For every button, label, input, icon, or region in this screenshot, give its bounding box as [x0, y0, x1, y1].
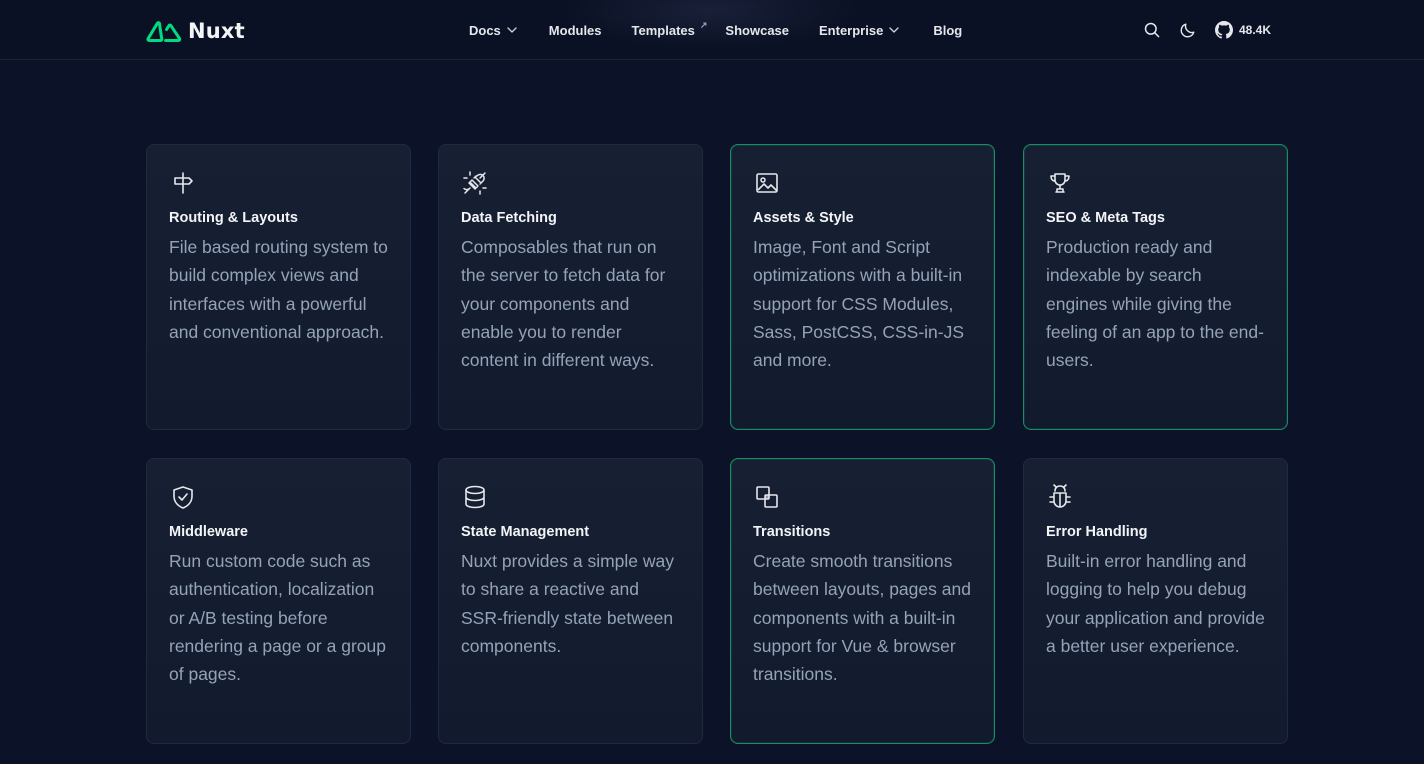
feature-title: State Management	[461, 524, 590, 540]
feature-card-seo[interactable]: SEO & Meta Tags Production ready and ind…	[1023, 144, 1288, 430]
nav-templates-label: Templates	[631, 22, 695, 38]
feature-description: Image, Font and Script optimizations wit…	[753, 237, 965, 371]
feature-card-assets[interactable]: Assets & Style Image, Font and Script op…	[730, 144, 995, 430]
github-link[interactable]: 48.4K	[1215, 21, 1271, 39]
feature-description: Built-in error handling and logging to h…	[1046, 551, 1265, 656]
nuxt-logo-icon	[146, 21, 182, 42]
feature-description: File based routing system to build compl…	[169, 237, 388, 342]
feature-card-transitions[interactable]: Transitions Create smooth transitions be…	[730, 458, 995, 744]
nav-enterprise[interactable]: Enterprise	[819, 23, 901, 38]
chevron-down-icon	[889, 27, 899, 33]
feature-card-state[interactable]: State Management Nuxt provides a simple …	[438, 458, 703, 744]
nuxt-logo[interactable]: Nuxt	[146, 18, 245, 44]
feature-description: Create smooth transitions between layout…	[753, 551, 971, 685]
feature-title: Assets & Style	[753, 210, 854, 226]
search-icon	[1144, 22, 1160, 38]
feature-title: Transitions	[753, 524, 831, 540]
github-stars-count: 48.4K	[1239, 23, 1272, 37]
external-link-icon: ↗	[699, 19, 708, 30]
feature-description: Nuxt provides a simple way to share a re…	[461, 551, 674, 656]
chevron-down-icon	[507, 27, 517, 33]
site-header: Nuxt Docs Modules Templates ↗ Showcase E…	[0, 0, 1424, 60]
feature-card-routing[interactable]: Routing & Layouts File based routing sys…	[146, 144, 411, 430]
theme-toggle-button[interactable]	[1179, 21, 1197, 39]
feature-title: Error Handling	[1046, 524, 1148, 540]
feature-title: Routing & Layouts	[169, 210, 298, 226]
github-icon	[1215, 21, 1233, 39]
database-icon	[465, 485, 485, 509]
feature-description: Composables that run on the server to fe…	[461, 237, 666, 371]
feature-description: Run custom code such as authentication, …	[169, 551, 386, 685]
nav-modules[interactable]: Modules	[549, 23, 602, 38]
feature-title: Middleware	[169, 524, 248, 540]
header-actions: 48.4K	[1143, 20, 1271, 40]
image-icon	[756, 173, 778, 193]
feature-title: Data Fetching	[461, 210, 557, 226]
nav-showcase-label: Showcase	[725, 22, 790, 38]
search-button[interactable]	[1143, 21, 1161, 39]
feature-card-error-handling[interactable]: Error Handling Built-in error handling a…	[1023, 458, 1288, 744]
trophy-icon	[1050, 173, 1070, 193]
main-nav: Docs Modules Templates ↗ Showcase Enterp…	[469, 20, 962, 40]
nav-docs[interactable]: Docs	[469, 23, 519, 38]
layers-icon	[756, 486, 778, 508]
nav-blog-label: Blog	[933, 22, 963, 38]
feature-title: SEO & Meta Tags	[1046, 210, 1165, 226]
feature-description: Production ready and indexable by search…	[1046, 237, 1264, 371]
signpost-icon	[174, 172, 193, 194]
nav-modules-label: Modules	[548, 22, 602, 38]
nav-templates[interactable]: Templates ↗	[631, 19, 708, 38]
bug-icon	[1049, 484, 1071, 508]
nav-docs-label: Docs	[469, 22, 501, 38]
shield-check-icon	[173, 486, 193, 509]
feature-card-middleware[interactable]: Middleware Run custom code such as authe…	[146, 458, 411, 744]
nav-blog[interactable]: Blog	[933, 23, 962, 38]
feature-card-data-fetching[interactable]: Data Fetching Composables that run on th…	[438, 144, 703, 430]
brand-name: Nuxt	[188, 19, 245, 43]
moon-icon	[1180, 23, 1195, 38]
nav-enterprise-label: Enterprise	[819, 22, 884, 38]
nav-showcase[interactable]: Showcase	[725, 23, 789, 38]
plug-icon	[463, 171, 487, 195]
